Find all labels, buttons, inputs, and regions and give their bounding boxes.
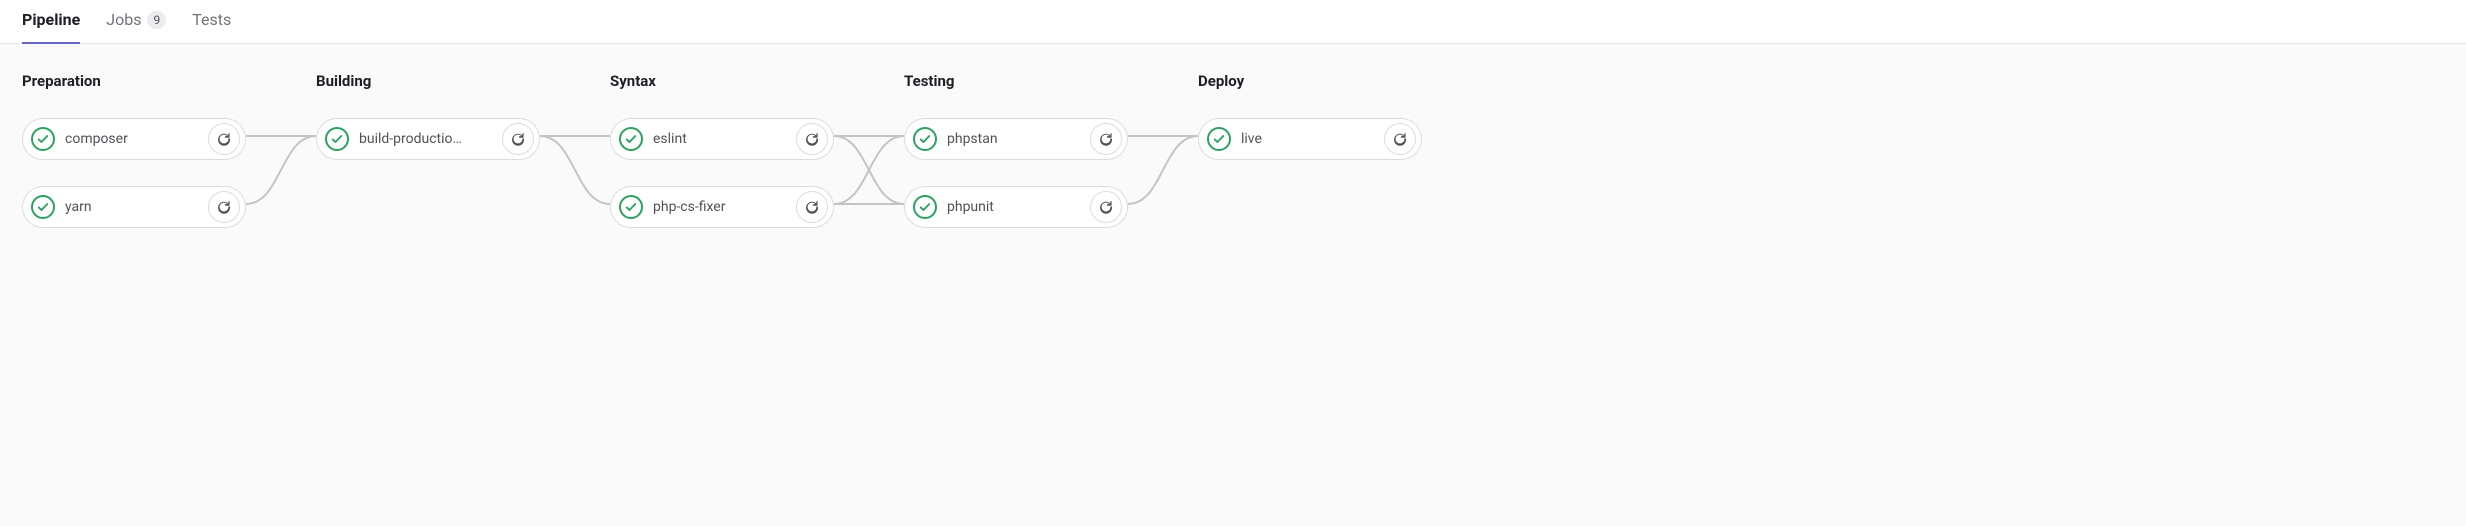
success-icon [31, 195, 55, 219]
tab-label: Pipeline [22, 10, 80, 29]
stage-jobs: eslint php-cs-fixer [610, 118, 834, 228]
jobs-count-badge: 9 [147, 11, 166, 29]
success-icon [619, 127, 643, 151]
job-eslint[interactable]: eslint [610, 118, 834, 160]
stage-jobs: build-productio… [316, 118, 540, 160]
job-live[interactable]: live [1198, 118, 1422, 160]
retry-button[interactable] [1384, 123, 1416, 155]
retry-button[interactable] [208, 191, 240, 223]
tab-tests[interactable]: Tests [192, 10, 231, 43]
pipeline-graph: Preparation composer yarn [0, 44, 2466, 268]
success-icon [619, 195, 643, 219]
job-name: build-productio… [359, 131, 502, 147]
job-composer[interactable]: composer [22, 118, 246, 160]
tab-pipeline[interactable]: Pipeline [22, 10, 80, 43]
job-php-cs-fixer[interactable]: php-cs-fixer [610, 186, 834, 228]
stage-title: Testing [904, 72, 1128, 90]
stage-testing: Testing phpstan phpunit [904, 72, 1128, 228]
job-phpstan[interactable]: phpstan [904, 118, 1128, 160]
tabs-bar: Pipeline Jobs 9 Tests [0, 0, 2466, 44]
retry-button[interactable] [208, 123, 240, 155]
stage-jobs: composer yarn [22, 118, 246, 228]
job-yarn[interactable]: yarn [22, 186, 246, 228]
stage-preparation: Preparation composer yarn [22, 72, 246, 228]
success-icon [325, 127, 349, 151]
success-icon [913, 127, 937, 151]
retry-button[interactable] [796, 191, 828, 223]
retry-button[interactable] [1090, 123, 1122, 155]
retry-button[interactable] [1090, 191, 1122, 223]
success-icon [31, 127, 55, 151]
retry-button[interactable] [796, 123, 828, 155]
job-build-production[interactable]: build-productio… [316, 118, 540, 160]
job-name: eslint [653, 131, 796, 147]
stage-title: Syntax [610, 72, 834, 90]
stage-deploy: Deploy live [1198, 72, 1422, 160]
retry-button[interactable] [502, 123, 534, 155]
success-icon [1207, 127, 1231, 151]
job-name: composer [65, 131, 208, 147]
tab-label: Jobs [106, 10, 141, 29]
stage-title: Deploy [1198, 72, 1422, 90]
stage-jobs: phpstan phpunit [904, 118, 1128, 228]
stage-title: Preparation [22, 72, 246, 90]
stage-jobs: live [1198, 118, 1422, 160]
job-name: phpstan [947, 131, 1090, 147]
tab-label: Tests [192, 10, 231, 29]
job-name: php-cs-fixer [653, 199, 796, 215]
job-name: phpunit [947, 199, 1090, 215]
stage-building: Building build-productio… [316, 72, 540, 160]
job-phpunit[interactable]: phpunit [904, 186, 1128, 228]
success-icon [913, 195, 937, 219]
stage-syntax: Syntax eslint php-cs-fixer [610, 72, 834, 228]
stage-title: Building [316, 72, 540, 90]
job-name: yarn [65, 199, 208, 215]
job-name: live [1241, 131, 1384, 147]
tab-jobs[interactable]: Jobs 9 [106, 10, 166, 43]
